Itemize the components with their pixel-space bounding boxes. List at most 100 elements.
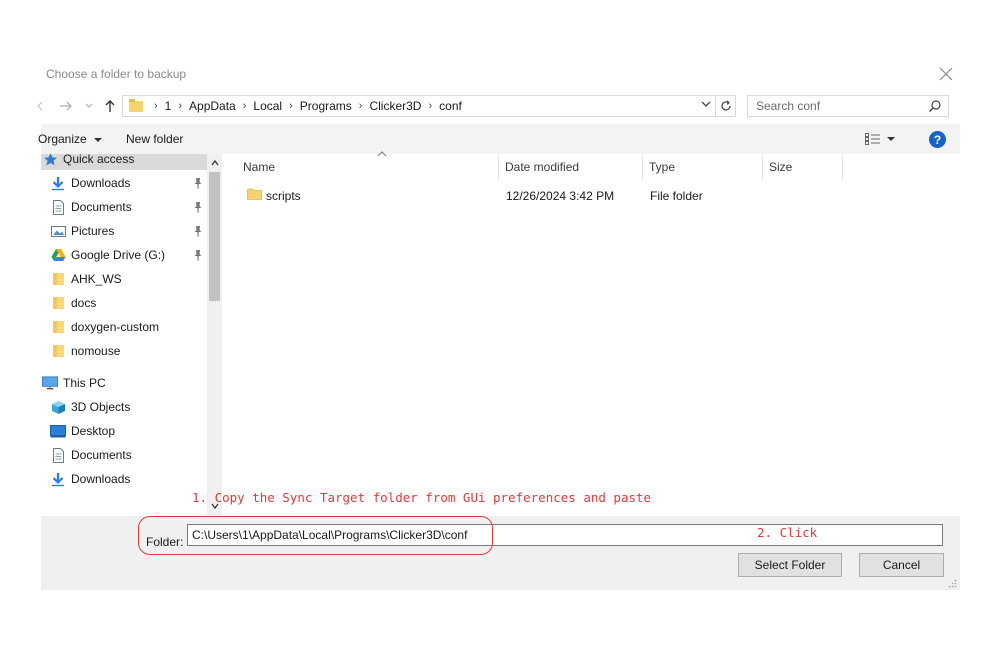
- address-bar[interactable]: › 1 › AppData › Local › Programs › Clicker3D › conf: [122, 95, 716, 117]
- folder-icon: [50, 271, 66, 287]
- dialog-title: Choose a folder to backup: [46, 67, 187, 81]
- sidebar-item-nomouse[interactable]: nomouse: [41, 340, 207, 362]
- breadcrumb-item[interactable]: conf: [439, 99, 462, 113]
- forward-arrow-icon[interactable]: [57, 96, 75, 116]
- cancel-button[interactable]: Cancel: [859, 553, 944, 577]
- sidebar-item-downloads[interactable]: Downloads: [41, 468, 207, 490]
- sidebar-item-label: Downloads: [71, 176, 131, 190]
- sidebar-item-desktop[interactable]: Desktop: [41, 420, 207, 442]
- refresh-button[interactable]: [716, 95, 736, 117]
- search-box[interactable]: Search conf: [747, 95, 949, 117]
- sidebar-item-documents[interactable]: Documents: [41, 196, 207, 218]
- sidebar-item-label: Downloads: [71, 472, 131, 486]
- folder-icon: [129, 98, 143, 112]
- file-name: scripts: [266, 189, 301, 203]
- document-icon: [50, 199, 66, 215]
- breadcrumb-item[interactable]: Local: [253, 99, 282, 113]
- breadcrumb-item[interactable]: Programs: [300, 99, 352, 113]
- pin-icon[interactable]: [193, 225, 203, 237]
- file-list: Name Date modified Type Size scripts 12/…: [227, 151, 960, 516]
- sidebar-item-label: AHK_WS: [71, 272, 122, 286]
- cube-icon: [50, 399, 66, 415]
- new-folder-button[interactable]: New folder: [126, 132, 183, 146]
- organize-menu[interactable]: Organize: [38, 132, 103, 146]
- computer-icon: [42, 375, 58, 391]
- sidebar-item-label: Google Drive (G:): [71, 248, 166, 262]
- breadcrumb-separator-icon[interactable]: ›: [243, 100, 247, 112]
- pin-icon[interactable]: [193, 201, 203, 213]
- chevron-down-icon: [887, 137, 895, 141]
- breadcrumb-item[interactable]: AppData: [189, 99, 236, 113]
- folder-icon: [50, 319, 66, 335]
- document-icon: [50, 447, 66, 463]
- google-drive-icon: [50, 247, 66, 263]
- navigation-pane: Quick access Downloads Documents Pictures Go…: [41, 154, 207, 516]
- breadcrumb-separator-icon[interactable]: ›: [289, 100, 293, 112]
- star-icon: [42, 154, 58, 167]
- refresh-icon: [720, 100, 731, 111]
- close-icon[interactable]: [937, 65, 955, 83]
- column-header-date-modified[interactable]: Date modified: [499, 154, 643, 180]
- view-options-button[interactable]: [865, 130, 905, 148]
- breadcrumb: › 1 › AppData › Local › Programs › Clicker3D › conf: [147, 99, 462, 113]
- breadcrumb-separator-icon[interactable]: ›: [178, 100, 182, 112]
- sidebar-item-label: Quick access: [63, 154, 135, 166]
- sidebar-item-label: This PC: [63, 376, 106, 390]
- scrollbar-thumb[interactable]: [209, 172, 220, 301]
- column-header-type[interactable]: Type: [643, 154, 763, 180]
- sidebar-item-label: Desktop: [71, 424, 116, 438]
- sort-ascending-icon: [377, 151, 387, 157]
- column-header-name[interactable]: Name: [237, 151, 499, 180]
- file-type: File folder: [650, 189, 703, 203]
- sidebar-item-docs[interactable]: docs: [41, 292, 207, 314]
- sidebar-item-label: nomouse: [71, 344, 121, 358]
- annotation-step-1: 1. Copy the Sync Target folder from GUi …: [192, 490, 652, 505]
- breadcrumb-item[interactable]: 1: [165, 99, 172, 113]
- up-arrow-icon[interactable]: [101, 96, 119, 116]
- folder-icon: [50, 343, 66, 359]
- breadcrumb-separator-icon[interactable]: ›: [154, 100, 158, 112]
- title-bar: Choose a folder to backup: [41, 58, 960, 90]
- download-icon: [50, 175, 66, 191]
- sidebar-item-3d-objects[interactable]: 3D Objects: [41, 396, 207, 418]
- sidebar-item-ahk-ws[interactable]: AHK_WS: [41, 268, 207, 290]
- folder-path-input[interactable]: C:\Users\1\AppData\Local\Programs\Clicke…: [187, 524, 943, 546]
- sidebar-item-label: Pictures: [71, 224, 115, 238]
- help-icon[interactable]: ?: [929, 131, 946, 148]
- sidebar-item-google-drive-g[interactable]: Google Drive (G:): [41, 244, 207, 266]
- folder-picker-dialog: Choose a folder to backup › 1 › AppData › Loc…: [37, 58, 960, 590]
- search-input[interactable]: Search conf: [756, 99, 928, 113]
- breadcrumb-item[interactable]: Clicker3D: [369, 99, 421, 113]
- select-folder-button[interactable]: Select Folder: [738, 553, 842, 577]
- folder-icon: [247, 188, 262, 200]
- sidebar-item-downloads[interactable]: Downloads: [41, 172, 207, 194]
- pictures-icon: [50, 223, 66, 239]
- pin-icon[interactable]: [193, 249, 203, 261]
- sidebar-item-pictures[interactable]: Pictures: [41, 220, 207, 242]
- sidebar-item-doxygen-custom[interactable]: doxygen-custom: [41, 316, 207, 338]
- breadcrumb-separator-icon[interactable]: ›: [428, 100, 432, 112]
- sidebar-item-this-pc[interactable]: This PC: [41, 372, 207, 394]
- chevron-down-icon[interactable]: [83, 96, 95, 116]
- column-header-size[interactable]: Size: [763, 154, 843, 180]
- pin-icon[interactable]: [193, 177, 203, 189]
- desktop-icon: [50, 423, 66, 439]
- back-arrow-icon[interactable]: [35, 96, 45, 116]
- breadcrumb-separator-icon[interactable]: ›: [359, 100, 363, 112]
- search-icon: [929, 100, 941, 112]
- sidebar-item-label: 3D Objects: [71, 400, 131, 414]
- chevron-down-icon[interactable]: [701, 99, 711, 111]
- folder-icon: [50, 295, 66, 311]
- resize-grip-icon[interactable]: [947, 578, 957, 588]
- annotation-step-2: 2. Click: [757, 525, 818, 540]
- dialog-footer: Folder: C:\Users\1\AppData\Local\Program…: [41, 516, 960, 590]
- file-date: 12/26/2024 3:42 PM: [506, 189, 615, 203]
- sidebar-item-documents[interactable]: Documents: [41, 444, 207, 466]
- command-bar: Organize New folder ?: [38, 124, 960, 154]
- details-view-icon: [865, 133, 880, 145]
- scroll-up-icon[interactable]: [207, 157, 222, 169]
- sidebar-item-quick-access[interactable]: Quick access: [41, 154, 207, 170]
- table-row[interactable]: scripts 12/26/2024 3:42 PM File folder: [227, 184, 847, 208]
- download-icon: [50, 471, 66, 487]
- sidebar-item-label: Documents: [71, 448, 132, 462]
